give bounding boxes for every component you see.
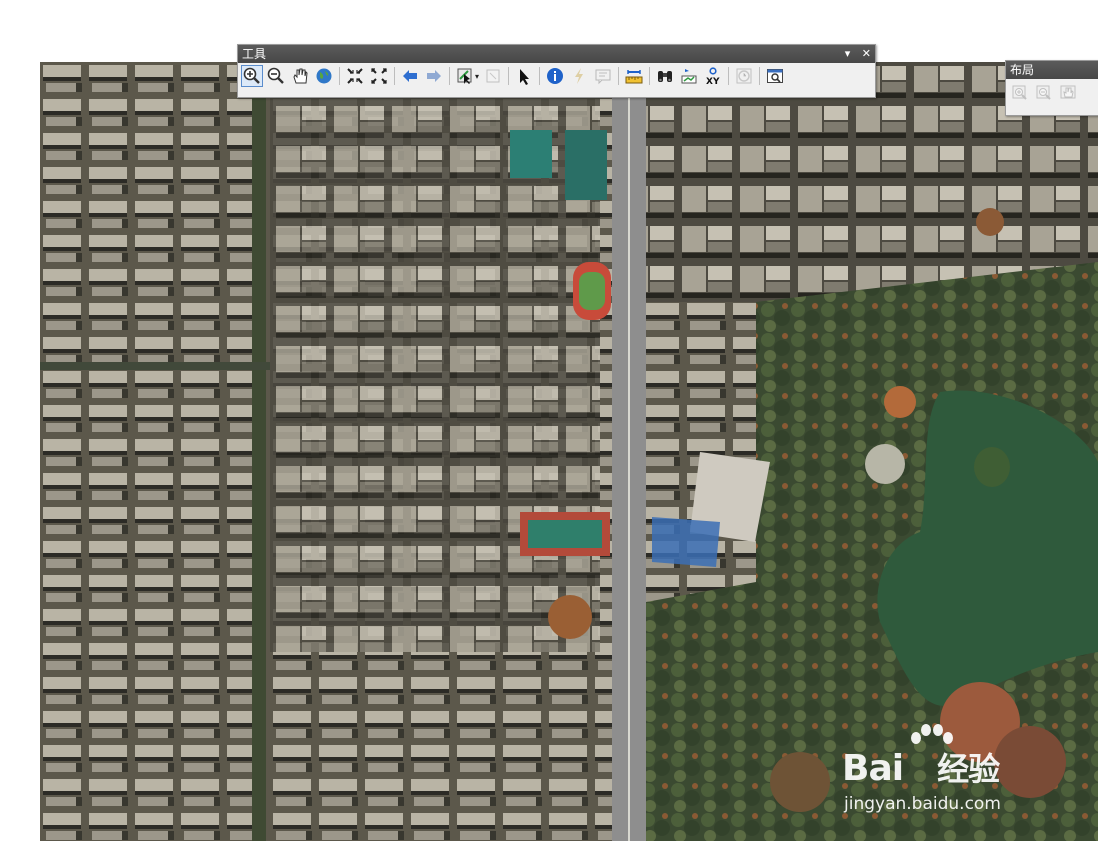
zoom-in-icon (243, 67, 260, 84)
back-arrow-icon (403, 70, 417, 82)
fixed-zoom-out-button[interactable] (368, 65, 390, 87)
toolbar-separator (728, 67, 730, 85)
layout-toolbar-buttons (1006, 79, 1098, 105)
watermark-brand: Bai 经验 (842, 744, 1000, 790)
layout-toolbar-title: 布局 (1010, 63, 1035, 77)
go-to-xy-label: XY (706, 77, 720, 85)
html-popup-button[interactable] (592, 65, 614, 87)
pan-hand-icon (293, 68, 308, 84)
tools-toolbar[interactable]: 工具 ▾ ✕ ▾ XY (237, 44, 876, 98)
html-popup-icon (595, 69, 611, 85)
select-elements-button[interactable] (513, 65, 535, 87)
layout-pan-icon (1060, 85, 1076, 99)
watermark-brand-latin: Bai (842, 748, 904, 789)
toolbar-separator (394, 67, 395, 85)
watermark-url: jingyan.baidu.com (844, 794, 1001, 814)
toolbar-separator (449, 67, 450, 85)
viewer-window-button[interactable] (764, 65, 786, 87)
full-extent-globe-icon (316, 68, 332, 84)
find-binoculars-icon (658, 71, 673, 82)
viewer-window-icon (767, 69, 784, 83)
zoom-out-button[interactable] (265, 65, 287, 87)
toolbar-separator (339, 67, 340, 85)
identify-info-icon (547, 68, 564, 84)
toolbar-separator (759, 67, 761, 85)
clear-selection-icon (486, 69, 500, 83)
identify-button[interactable] (544, 65, 566, 87)
zoom-in-button[interactable] (241, 65, 263, 87)
layout-toolbar[interactable]: 布局 (1005, 60, 1098, 116)
toolbar-close-button[interactable]: ✕ (862, 47, 871, 60)
time-slider-button[interactable] (733, 65, 755, 87)
hyperlink-lightning-icon (575, 68, 584, 84)
go-to-xy-button[interactable]: XY (702, 65, 724, 87)
forward-extent-button[interactable] (423, 65, 445, 87)
time-slider-icon (736, 68, 752, 84)
full-extent-button[interactable] (313, 65, 335, 87)
fixed-zoom-out-icon (371, 68, 387, 84)
toolbar-separator (539, 67, 541, 85)
select-features-icon (457, 68, 472, 84)
fixed-zoom-in-button[interactable] (344, 65, 366, 87)
select-elements-arrow-icon (520, 69, 530, 85)
fixed-zoom-in-icon (347, 68, 363, 84)
back-extent-button[interactable] (399, 65, 421, 87)
select-features-dropdown-arrow[interactable]: ▾ (475, 72, 479, 81)
toolbar-separator (649, 67, 651, 85)
toolbar-separator (508, 67, 510, 85)
tools-toolbar-title: 工具 (242, 47, 267, 61)
watermark-brand-cn: 经验 (937, 750, 1000, 788)
clear-selection-button[interactable] (482, 65, 504, 87)
zoom-out-icon (267, 67, 284, 84)
hyperlink-button[interactable] (568, 65, 590, 87)
toolbar-menu-dropdown[interactable]: ▾ (845, 47, 851, 60)
forward-arrow-icon (427, 70, 441, 82)
toolbar-separator (618, 67, 620, 85)
measure-ruler-icon (625, 70, 643, 84)
layout-zoom-in-icon (1012, 85, 1027, 100)
baidu-jingyan-watermark: Bai 经验 jingyan.baidu.com (842, 722, 1042, 822)
find-route-button[interactable] (678, 65, 700, 87)
layout-zoom-out-button[interactable] (1033, 81, 1055, 103)
layout-zoom-out-icon (1036, 85, 1051, 100)
find-route-icon (681, 69, 697, 84)
measure-button[interactable] (623, 65, 645, 87)
tools-toolbar-titlebar[interactable]: 工具 ▾ ✕ (238, 45, 875, 63)
select-features-button[interactable] (454, 65, 476, 87)
layout-toolbar-titlebar[interactable]: 布局 (1006, 61, 1098, 79)
pan-button[interactable] (289, 65, 311, 87)
layout-zoom-in-button[interactable] (1009, 81, 1031, 103)
find-button[interactable] (654, 65, 676, 87)
go-to-xy-icon: XY (706, 67, 720, 85)
tools-toolbar-buttons: ▾ XY (238, 63, 875, 89)
layout-pan-button[interactable] (1057, 81, 1079, 103)
